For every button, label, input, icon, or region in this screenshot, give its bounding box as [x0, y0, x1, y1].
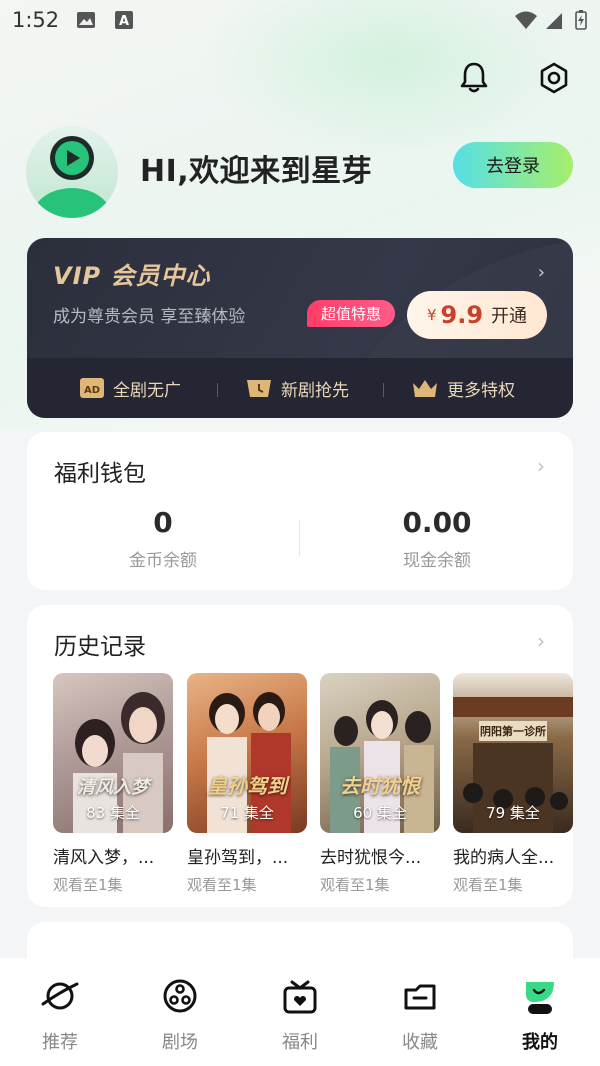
price-value: 9.9: [440, 301, 484, 329]
wallet-divider: [299, 520, 300, 556]
history-item[interactable]: 皇孙驾到 71 集全 皇孙驾到，... 观看至1集: [187, 673, 307, 895]
vip-title: VIP 会员中心: [53, 262, 211, 290]
watch-progress: 观看至1集: [187, 876, 257, 894]
vip-subtitle: 成为尊贵会员 享至臻体验: [53, 307, 246, 327]
notification-bell-icon[interactable]: [454, 58, 494, 98]
clock-icon: [247, 380, 271, 397]
status-time: 1:52: [12, 8, 60, 32]
vip-feature-divider: [217, 383, 218, 397]
poster-image: 阴阳第一诊所 79 集全: [453, 673, 573, 833]
tab-label: 推荐: [42, 1032, 78, 1053]
vip-subscribe-button[interactable]: ¥ 9.9 开通: [407, 291, 547, 339]
vip-feature-label: 更多特权: [447, 380, 515, 401]
poster-title-art: 皇孙驾到: [207, 774, 287, 798]
vip-feature-ad-free[interactable]: AD 全剧无广: [79, 376, 181, 401]
vip-promo-badge: 超值特惠: [307, 300, 396, 327]
tab-label: 我的: [522, 1032, 558, 1053]
film-reel-icon: [160, 976, 200, 1016]
ad-free-icon: AD: [80, 378, 104, 398]
cash-balance-value: 0.00: [402, 506, 472, 539]
drama-title: 我的病人全...: [453, 848, 555, 868]
folder-icon: [400, 976, 440, 1016]
bottom-tab-bar: 推荐 剧场 福利 收藏 我的: [0, 958, 600, 1066]
vip-feature-divider: [383, 383, 384, 397]
planet-icon: [40, 976, 80, 1016]
tab-mine[interactable]: 我的: [500, 976, 580, 1054]
episode-count: 79 集全: [486, 804, 540, 822]
cash-balance-label: 现金余额: [403, 551, 471, 571]
drama-title: 清风入梦，...: [53, 848, 155, 868]
watch-progress: 观看至1集: [453, 876, 523, 894]
crown-icon: [413, 380, 437, 397]
drama-title: 去时犹恨今...: [320, 848, 422, 868]
poster-title-art: 阴阳第一诊所: [480, 725, 546, 738]
episode-count: 83 集全: [86, 804, 140, 822]
poster-title-art: 去时犹恨: [340, 774, 420, 798]
drama-title: 皇孙驾到，...: [187, 848, 289, 868]
status-bar: 1:52 A: [0, 0, 600, 40]
svg-text:AD: AD: [84, 385, 100, 396]
tab-label: 剧场: [162, 1032, 198, 1053]
signal-icon: [546, 13, 562, 29]
tab-label: 福利: [282, 1032, 318, 1053]
chevron-right-icon[interactable]: ›: [538, 262, 545, 283]
battery-icon: [575, 10, 587, 30]
history-item[interactable]: 阴阳第一诊所 79 集全 我的病人全... 观看至1集: [453, 673, 573, 895]
login-button[interactable]: 去登录: [453, 142, 573, 188]
vip-feature-early-access[interactable]: 新剧抢先: [245, 376, 349, 401]
translate-notification-icon: A: [115, 11, 133, 29]
watch-progress: 观看至1集: [320, 876, 390, 894]
history-card: 历史记录 › 清风入梦 83 集全 清风入梦，... 观看至1集 皇孙驾到 71…: [27, 605, 573, 907]
poster-image: 去时犹恨 60 集全: [320, 673, 440, 833]
coin-balance-label: 金币余额: [129, 551, 197, 571]
vip-feature-more-privileges[interactable]: 更多特权: [411, 376, 515, 401]
vip-feature-label: 新剧抢先: [281, 380, 349, 401]
price-action-label: 开通: [491, 306, 528, 327]
poster-image: 清风入梦 83 集全: [53, 673, 173, 833]
history-item[interactable]: 去时犹恨 60 集全 去时犹恨今... 观看至1集: [320, 673, 440, 895]
chevron-right-icon[interactable]: ›: [537, 629, 545, 653]
profile-icon: [520, 976, 560, 1016]
watch-progress: 观看至1集: [53, 876, 123, 894]
episode-count: 60 集全: [353, 804, 407, 822]
chevron-right-icon[interactable]: ›: [537, 454, 545, 478]
avatar[interactable]: [26, 126, 118, 218]
tab-theater[interactable]: 剧场: [140, 976, 220, 1054]
greeting-text: HI,欢迎来到星芽: [140, 154, 373, 189]
vip-feature-label: 全剧无广: [113, 380, 181, 401]
vip-card[interactable]: VIP 会员中心 › 成为尊贵会员 享至臻体验 超值特惠 ¥ 9.9 开通 AD…: [27, 238, 573, 418]
settings-gear-icon[interactable]: [534, 58, 574, 98]
wallet-title: 福利钱包: [54, 461, 146, 487]
tab-label: 收藏: [402, 1032, 438, 1053]
tab-welfare[interactable]: 福利: [260, 976, 340, 1054]
history-item[interactable]: 清风入梦 83 集全 清风入梦，... 观看至1集: [53, 673, 173, 895]
image-notification-icon: [77, 12, 95, 28]
default-avatar-icon: [32, 136, 112, 218]
history-title: 历史记录: [54, 634, 146, 660]
tab-recommend[interactable]: 推荐: [20, 976, 100, 1054]
coin-balance-value: 0: [153, 506, 173, 539]
tab-favorites[interactable]: 收藏: [380, 976, 460, 1054]
gift-icon: [280, 976, 320, 1016]
price-currency: ¥: [426, 306, 437, 324]
poster-title-art: 清风入梦: [77, 777, 149, 798]
episode-count: 71 集全: [220, 804, 274, 822]
svg-text:A: A: [119, 14, 129, 29]
wifi-icon: [515, 11, 537, 29]
poster-image: 皇孙驾到 71 集全: [187, 673, 307, 833]
wallet-card[interactable]: 福利钱包 › 0 金币余额 0.00 现金余额: [27, 432, 573, 590]
